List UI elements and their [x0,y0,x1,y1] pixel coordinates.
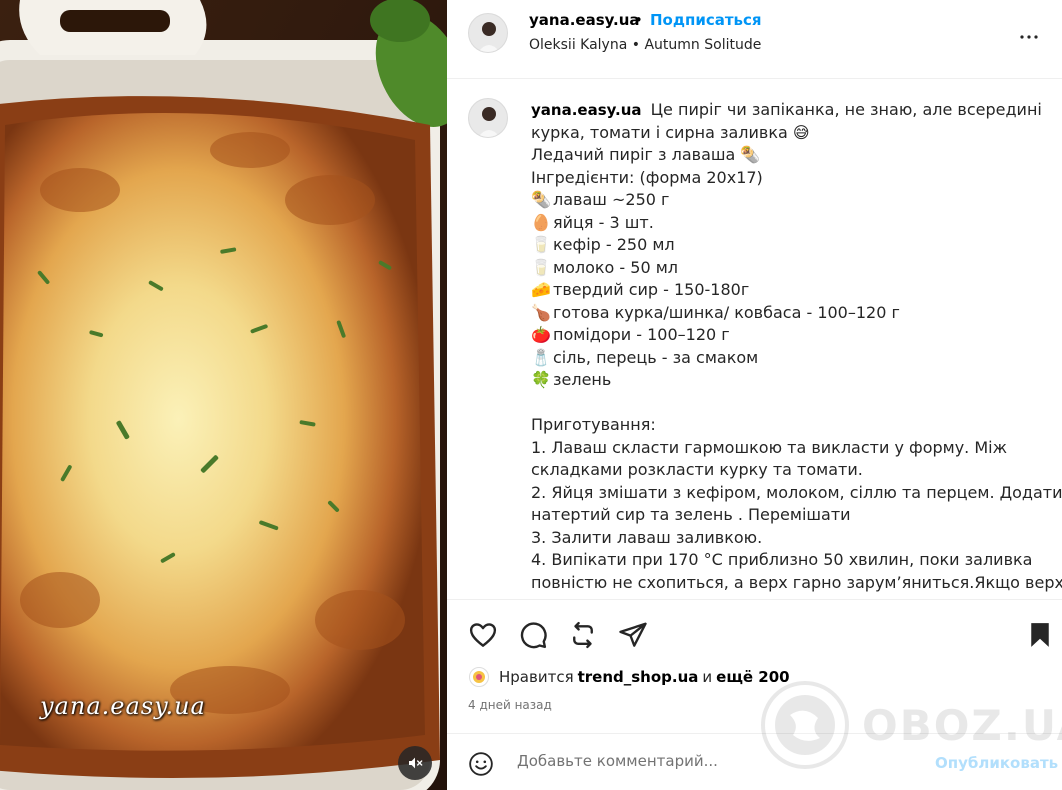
caption-username[interactable]: yana.easy.ua [531,101,642,119]
comment-icon [520,622,547,649]
caption-line: Ледачий пиріг з лаваша 🌯 [531,145,761,164]
avatar-photo [469,14,507,52]
ingredient-text: кефір - 250 мл [553,235,675,254]
author-username[interactable]: yana.easy.ua [529,11,640,29]
ingredient-text: молоко - 50 мл [553,257,679,277]
ingredient-text: яйця - 3 шт. [553,212,654,232]
liker-avatar[interactable] [469,667,489,687]
heart-icon [469,623,497,647]
post-panel: yana.easy.ua • Подписаться Oleksii Kalyn… [447,0,1062,790]
ingredient-line: 🌯 лаваш ~250 г [531,189,1051,212]
caption-line: повністю не схопиться, а верх гарно зару… [531,572,1062,592]
audio-track[interactable]: Autumn Solitude [644,37,761,53]
separator-dot: • [634,11,643,29]
caption-line: 2. Яйця змішати з кефіром, молоком, сілл… [531,482,1062,502]
clover-emoji: 🍀 [531,370,551,389]
egg-emoji: 🥚 [531,212,551,232]
avatar-photo [469,99,507,137]
ingredient-line: 🍅 помідори - 100–120 г [531,324,1051,347]
caption-line: натертий сир та зелень . Перемішати [531,505,851,524]
caption-line: Інгредієнти: (форма 20х17) [531,167,763,187]
share-button[interactable] [618,620,648,650]
send-icon [619,622,647,647]
wrap-emoji: 🌯 [531,190,551,209]
author-avatar[interactable] [468,13,508,53]
caption-line-text: Це пиріг чи запіканка, не знаю, але всер… [650,100,1042,119]
media-watermark: yana.easy.ua [40,692,206,720]
likes-summary: Нравится trend_shop.ua и ещё 200 [469,667,794,687]
ingredient-text: зелень [553,370,612,389]
caption-line: курка, томати і сирна заливка 😅 [531,122,810,142]
likes-prefix: Нравится [499,668,574,686]
chicken-leg-emoji: 🍗 [531,302,551,322]
action-bar: Нравится trend_shop.ua и ещё 200 4 дней … [447,599,1062,744]
ingredient-text: сіль, перець - за смаком [553,347,759,367]
caption-line: 3. Залити лаваш заливкою. [531,527,763,547]
salt-emoji: 🧂 [531,347,551,367]
ingredient-text: готова курка/шинка/ ковбаса - 100–120 г [553,302,900,322]
emoji-picker-button[interactable] [468,751,494,781]
caption-line: 1. Лаваш скласти гармошкою та викласти у… [531,437,1008,457]
liker-username[interactable]: trend_shop.ua [578,668,699,686]
more-dots-icon [1020,35,1038,39]
ingredient-text: помідори - 100–120 г [553,325,730,344]
caption-line: Приготування: [531,415,656,434]
shop-logo-icon [473,671,485,683]
bookmark-icon [1031,623,1049,647]
post-media[interactable]: yana.easy.ua [0,0,447,790]
audio-separator: • [631,37,641,53]
publish-button[interactable]: Опубликовать [935,754,1058,772]
audio-info: Oleksii Kalyna • Autumn Solitude [529,37,761,53]
post-timestamp[interactable]: 4 дней назад [468,698,552,712]
post-header: yana.easy.ua • Подписаться Oleksii Kalyn… [447,0,1062,79]
speaker-muted-icon [409,757,423,769]
caption-area: yana.easy.ua Це пиріг чи запіканка, не з… [447,79,1062,599]
milk-glass-emoji: 🥛 [531,235,551,254]
caption-avatar[interactable] [468,98,508,138]
caption-line: yana.easy.ua Це пиріг чи запіканка, не з… [531,99,1051,122]
ingredient-line: 🍗 готова курка/шинка/ ковбаса - 100–120 г [531,302,1051,325]
ingredient-line: 🥚 яйця - 3 шт. [531,212,1051,235]
casserole-image [0,0,447,790]
repost-icon [573,621,593,649]
ingredient-line: 🥛 кефір - 250 мл [531,234,1051,257]
ingredient-line: 🥛 молоко - 50 мл [531,257,1051,280]
audio-artist[interactable]: Oleksii Kalyna [529,37,627,53]
tomato-emoji: 🍅 [531,325,551,344]
comment-input[interactable] [517,752,917,770]
ingredient-text: лаваш ~250 г [553,190,670,209]
caption-line: 4. Випікати при 170 °С приблизно 50 хвил… [531,550,1033,569]
caption-text: yana.easy.ua Це пиріг чи запіканка, не з… [531,99,1062,594]
ingredient-text: твердий сир - 150-180г [553,280,750,299]
likes-count[interactable]: ещё 200 [716,668,789,686]
caption-line: складками розкласти курку та томати. [531,460,863,479]
ingredient-line: 🧂 сіль, перець - за смаком [531,347,1051,370]
more-options-button[interactable] [1017,25,1041,53]
like-button[interactable] [468,620,498,650]
save-button[interactable] [1025,620,1055,650]
cheese-emoji: 🧀 [531,280,551,299]
repost-button[interactable] [568,620,598,650]
ingredient-line: 🧀 твердий сир - 150-180г [531,279,1051,302]
comment-box: Опубликовать [447,733,1062,790]
ingredient-line: 🍀 зелень [531,369,1051,392]
follow-button[interactable]: Подписаться [650,11,762,29]
likes-connector: и [702,668,713,686]
milk-glass-emoji: 🥛 [531,257,551,277]
smiley-icon [469,752,493,776]
mute-button[interactable] [398,746,432,780]
comment-button[interactable] [518,620,548,650]
